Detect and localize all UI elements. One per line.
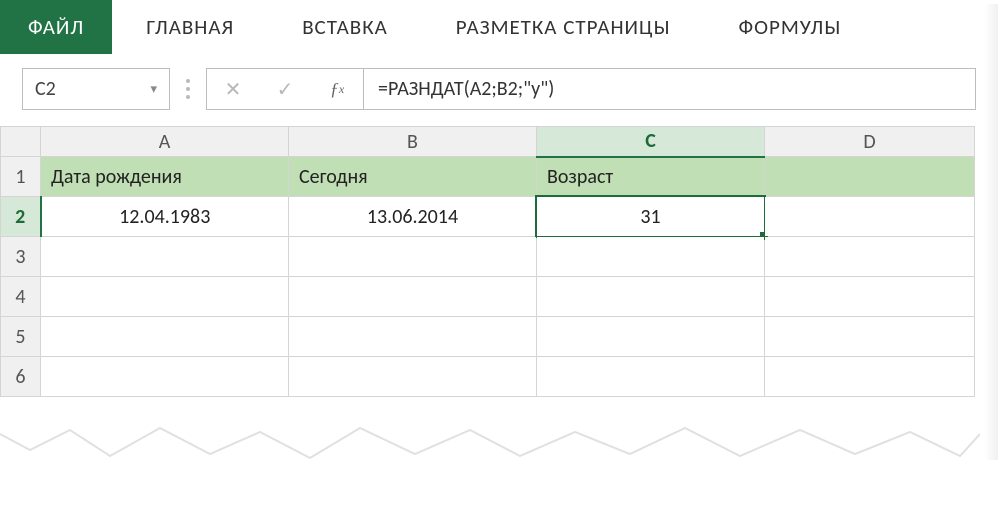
cell-B2[interactable]: 13.06.2014 — [289, 197, 537, 237]
row-head-2[interactable]: 2 — [1, 197, 41, 237]
cell-C4[interactable] — [537, 277, 765, 317]
name-box-value: C2 — [35, 77, 56, 101]
cell-C1[interactable]: Возраст — [537, 157, 765, 197]
formula-bar-buttons: ✕ ✓ ƒx — [206, 68, 364, 110]
row-head-1[interactable]: 1 — [1, 157, 41, 197]
cell-D1[interactable] — [765, 157, 975, 197]
col-head-D[interactable]: D — [765, 127, 975, 157]
table-row: 1 Дата рождения Сегодня Возраст — [1, 157, 975, 197]
formula-input[interactable]: =РАЗНДАТ(A2;B2;"y") — [364, 68, 976, 110]
cell-C2-value: 31 — [640, 205, 660, 229]
cell-B5[interactable] — [289, 317, 537, 357]
row-head-4[interactable]: 4 — [1, 277, 41, 317]
tab-home[interactable]: ГЛАВНАЯ — [112, 0, 268, 54]
tab-insert[interactable]: ВСТАВКА — [268, 0, 422, 54]
cell-A3[interactable] — [41, 237, 289, 277]
column-headers: A B C D — [1, 127, 975, 157]
row-head-5[interactable]: 5 — [1, 317, 41, 357]
torn-edge-bottom — [0, 414, 980, 474]
cell-B6[interactable] — [289, 357, 537, 397]
enter-icon[interactable]: ✓ — [259, 77, 311, 102]
cell-A5[interactable] — [41, 317, 289, 357]
fx-icon[interactable]: ƒx — [311, 79, 363, 100]
formula-input-text: =РАЗНДАТ(A2;B2;"y") — [378, 77, 554, 101]
row-head-6[interactable]: 6 — [1, 357, 41, 397]
cell-D2[interactable] — [765, 197, 975, 237]
cell-A1[interactable]: Дата рождения — [41, 157, 289, 197]
cell-D5[interactable] — [765, 317, 975, 357]
cell-A2[interactable]: 12.04.1983 — [41, 197, 289, 237]
cell-C6[interactable] — [537, 357, 765, 397]
grid: A B C D 1 Дата рождения Сегодня Возраст … — [0, 126, 975, 397]
cell-D4[interactable] — [765, 277, 975, 317]
cell-C5[interactable] — [537, 317, 765, 357]
cell-A4[interactable] — [41, 277, 289, 317]
select-all-corner[interactable] — [1, 127, 41, 157]
table-row: 5 — [1, 317, 975, 357]
col-head-C[interactable]: C — [537, 127, 765, 157]
col-head-A[interactable]: A — [41, 127, 289, 157]
cell-D6[interactable] — [765, 357, 975, 397]
cell-C3[interactable] — [537, 237, 765, 277]
formula-row: C2 ▾ ✕ ✓ ƒx =РАЗНДАТ(A2;B2;"y") — [0, 54, 998, 120]
cell-B3[interactable] — [289, 237, 537, 277]
row-head-3[interactable]: 3 — [1, 237, 41, 277]
tab-page-layout[interactable]: РАЗМЕТКА СТРАНИЦЫ — [422, 0, 705, 54]
cell-D3[interactable] — [765, 237, 975, 277]
tab-file[interactable]: ФАЙЛ — [0, 0, 112, 54]
cell-C2[interactable]: 31 — [537, 197, 765, 237]
name-box-divider — [170, 68, 206, 110]
ribbon-tabs: ФАЙЛ ГЛАВНАЯ ВСТАВКА РАЗМЕТКА СТРАНИЦЫ Ф… — [0, 0, 998, 54]
col-head-B[interactable]: B — [289, 127, 537, 157]
chevron-down-icon[interactable]: ▾ — [150, 82, 157, 97]
table-row: 4 — [1, 277, 975, 317]
name-box[interactable]: C2 ▾ — [22, 68, 170, 110]
tab-formulas[interactable]: ФОРМУЛЫ — [704, 0, 875, 54]
cell-B1[interactable]: Сегодня — [289, 157, 537, 197]
cancel-icon[interactable]: ✕ — [207, 77, 259, 102]
cell-A6[interactable] — [41, 357, 289, 397]
table-row: 3 — [1, 237, 975, 277]
spreadsheet: A B C D 1 Дата рождения Сегодня Возраст … — [0, 120, 998, 397]
table-row: 2 12.04.1983 13.06.2014 31 — [1, 197, 975, 237]
cell-B4[interactable] — [289, 277, 537, 317]
table-row: 6 — [1, 357, 975, 397]
